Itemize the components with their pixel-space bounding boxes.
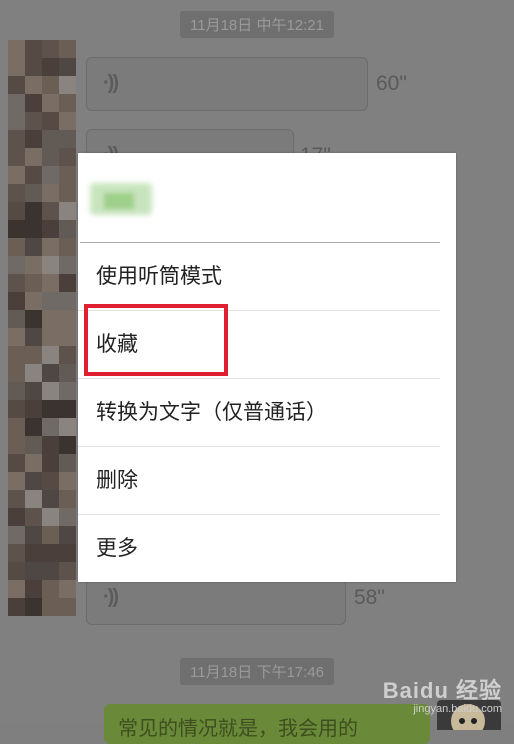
voice-wave-icon: ·)) (103, 72, 119, 94)
voice-message-bubble[interactable]: ·)) (86, 57, 368, 111)
voice-wave-icon: ·)) (103, 586, 119, 608)
menu-item-delete[interactable]: 删除 (78, 447, 440, 515)
voice-duration: 58" (354, 586, 385, 609)
contact-avatars-pixelated (8, 40, 76, 630)
sent-message-text: 常见的情况就是，我会用的 (118, 718, 358, 740)
menu-header-sender (78, 153, 456, 243)
baidu-jingyan-watermark: Baidu 经验 jingyan.baidu.com (383, 673, 502, 715)
sent-message-bubble[interactable]: 常见的情况就是，我会用的 (104, 704, 430, 744)
voice-duration: 60" (376, 72, 407, 95)
highlight-annotation-box (84, 304, 228, 376)
timestamp-top: 11月18日 中午12:21 (180, 11, 334, 38)
menu-item-earpiece-mode[interactable]: 使用听筒模式 (78, 243, 440, 311)
watermark-brand: Baidu 经验 (382, 678, 502, 703)
menu-item-convert-to-text[interactable]: 转换为文字（仅普通话） (78, 379, 440, 447)
timestamp-bottom: 11月18日 下午17:46 (180, 658, 334, 685)
menu-item-more[interactable]: 更多 (78, 515, 440, 582)
